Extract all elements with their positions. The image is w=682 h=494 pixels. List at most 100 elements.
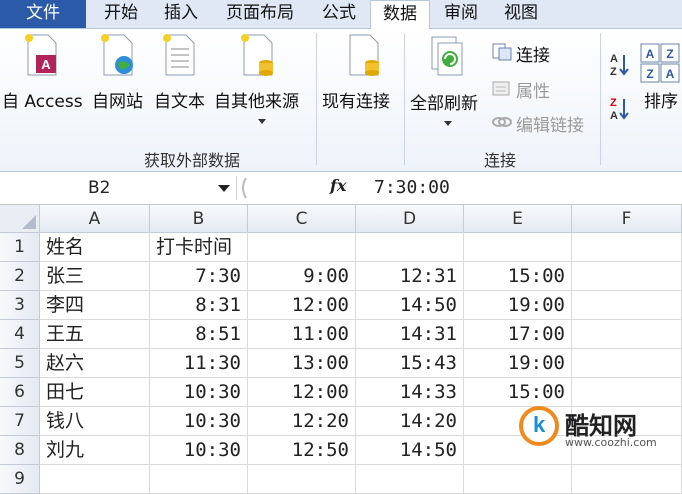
watermark-url: www.coozhi.com	[565, 436, 657, 449]
watermark-logo-letter: k	[533, 412, 546, 437]
cell-c6[interactable]: 12:00	[248, 378, 356, 407]
row-header-6[interactable]: 6	[0, 378, 40, 407]
formula-input[interactable]: 7:30:00	[374, 177, 450, 198]
cell-c2[interactable]: 9:00	[248, 262, 356, 291]
cell-c4[interactable]: 11:00	[248, 320, 356, 349]
tab-insert[interactable]: 插入	[158, 0, 204, 28]
sort-za-icon[interactable]: Z A	[608, 95, 630, 123]
text-file-icon	[163, 34, 195, 76]
chevron-down-icon[interactable]	[218, 185, 230, 192]
cell-d5[interactable]: 15:43	[356, 349, 464, 378]
cell-f2[interactable]	[572, 262, 682, 291]
cell-e3[interactable]: 19:00	[464, 291, 572, 320]
select-all-button[interactable]	[0, 205, 40, 233]
cell-c9[interactable]	[248, 465, 356, 494]
cell-b1[interactable]: 打卡时间	[150, 233, 248, 262]
tab-file[interactable]: 文件	[0, 0, 86, 28]
cell-b5[interactable]: 11:30	[150, 349, 248, 378]
cell-a5[interactable]: 赵六	[40, 349, 150, 378]
access-database-icon: A	[25, 34, 57, 76]
name-box-value: B2	[88, 178, 111, 198]
ribbon-data: A 自 Access 自网站 自文本 自其他来源 现有连接 获取外部数据 全部刷…	[0, 29, 682, 172]
function-icon[interactable]: fx	[330, 176, 346, 195]
cell-b7[interactable]: 10:30	[150, 407, 248, 436]
chevron-down-icon	[258, 119, 266, 124]
cell-c5[interactable]: 13:00	[248, 349, 356, 378]
watermark-logo-icon: k	[519, 406, 559, 446]
svg-text:A: A	[610, 53, 618, 65]
cell-f5[interactable]	[572, 349, 682, 378]
column-header-e[interactable]: E	[464, 205, 572, 233]
cell-a1[interactable]: 姓名	[40, 233, 150, 262]
cell-a4[interactable]: 王五	[40, 320, 150, 349]
cell-a6[interactable]: 田七	[40, 378, 150, 407]
cell-e2[interactable]: 15:00	[464, 262, 572, 291]
row-header-2[interactable]: 2	[0, 262, 40, 291]
cell-e1[interactable]	[464, 233, 572, 262]
cell-b9[interactable]	[150, 465, 248, 494]
connections-icon	[492, 43, 512, 61]
cell-f1[interactable]	[572, 233, 682, 262]
cell-e4[interactable]: 17:00	[464, 320, 572, 349]
tab-data[interactable]: 数据	[370, 0, 430, 29]
name-box[interactable]: B2	[0, 176, 237, 200]
cell-d1[interactable]	[356, 233, 464, 262]
cell-a7[interactable]: 钱八	[40, 407, 150, 436]
sort-az-icon[interactable]: A Z	[608, 51, 630, 77]
cell-d9[interactable]	[356, 465, 464, 494]
cell-a2[interactable]: 张三	[40, 262, 150, 291]
cell-e9[interactable]	[464, 465, 572, 494]
cell-b4[interactable]: 8:51	[150, 320, 248, 349]
row-header-1[interactable]: 1	[0, 233, 40, 262]
cell-c8[interactable]: 12:50	[248, 436, 356, 465]
group-title-get-external-data: 获取外部数据	[144, 151, 241, 170]
tab-page-layout[interactable]: 页面布局	[218, 0, 302, 28]
row-header-3[interactable]: 3	[0, 291, 40, 320]
existing-connections-icon	[349, 34, 379, 76]
svg-text:A: A	[41, 57, 51, 72]
existing-connections-label: 现有连接	[322, 92, 390, 112]
cell-f9[interactable]	[572, 465, 682, 494]
cell-c7[interactable]: 12:20	[248, 407, 356, 436]
row-header-4[interactable]: 4	[0, 320, 40, 349]
cell-f3[interactable]	[572, 291, 682, 320]
row-header-9[interactable]: 9	[0, 465, 40, 494]
column-header-a[interactable]: A	[40, 205, 150, 233]
column-header-f[interactable]: F	[572, 205, 682, 233]
tab-home[interactable]: 开始	[96, 0, 146, 28]
tab-formulas[interactable]: 公式	[316, 0, 362, 28]
cell-d6[interactable]: 14:33	[356, 378, 464, 407]
cell-a9[interactable]	[40, 465, 150, 494]
cell-b3[interactable]: 8:31	[150, 291, 248, 320]
cell-b8[interactable]: 10:30	[150, 436, 248, 465]
cell-d4[interactable]: 14:31	[356, 320, 464, 349]
other-sources-icon	[241, 34, 273, 76]
svg-text:Z: Z	[646, 67, 653, 81]
column-header-b[interactable]: B	[150, 205, 248, 233]
tab-review[interactable]: 审阅	[438, 0, 484, 28]
web-globe-icon	[101, 34, 133, 76]
chevron-down-icon	[444, 121, 452, 126]
cell-e5[interactable]: 19:00	[464, 349, 572, 378]
row-header-5[interactable]: 5	[0, 349, 40, 378]
cell-d7[interactable]: 14:20	[356, 407, 464, 436]
cell-c3[interactable]: 12:00	[248, 291, 356, 320]
cell-a3[interactable]: 李四	[40, 291, 150, 320]
cell-d8[interactable]: 14:50	[356, 436, 464, 465]
column-header-d[interactable]: D	[356, 205, 464, 233]
cell-b6[interactable]: 10:30	[150, 378, 248, 407]
cell-b2[interactable]: 7:30	[150, 262, 248, 291]
tab-view[interactable]: 视图	[498, 0, 544, 28]
row-header-8[interactable]: 8	[0, 436, 40, 465]
cell-c1[interactable]	[248, 233, 356, 262]
row-header-7[interactable]: 7	[0, 407, 40, 436]
formula-bar: B2 fx 7:30:00	[0, 172, 682, 205]
refresh-all-label: 全部刷新	[410, 94, 478, 114]
column-header-c[interactable]: C	[248, 205, 356, 233]
from-access-label: 自 Access	[2, 92, 83, 112]
cell-d3[interactable]: 14:50	[356, 291, 464, 320]
cell-f4[interactable]	[572, 320, 682, 349]
cell-a8[interactable]: 刘九	[40, 436, 150, 465]
select-all-triangle-icon	[22, 215, 36, 229]
cell-d2[interactable]: 12:31	[356, 262, 464, 291]
